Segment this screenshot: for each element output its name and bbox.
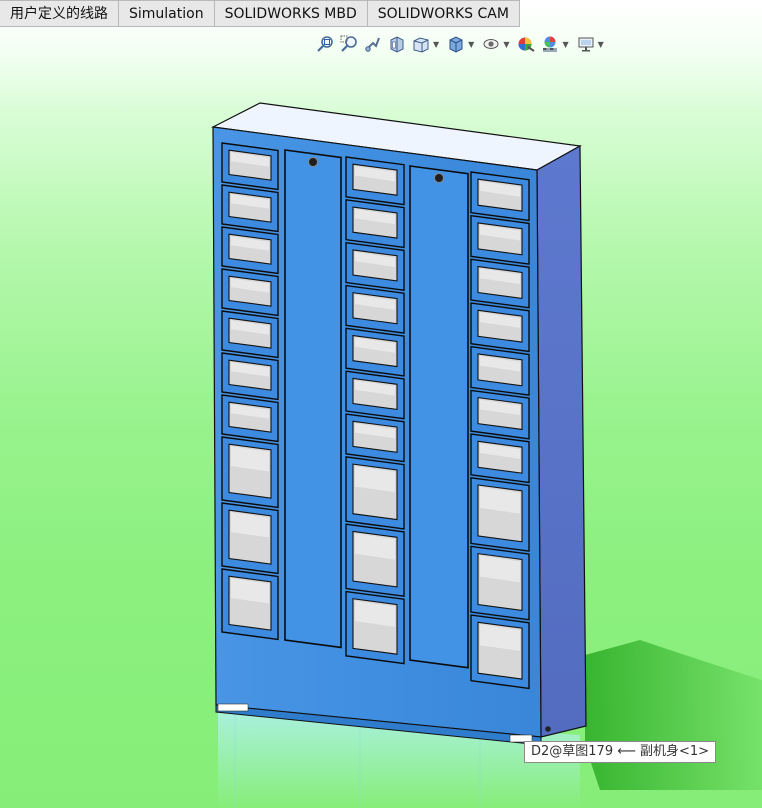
floor-shadow (585, 640, 762, 790)
graphics-area[interactable] (0, 0, 762, 808)
cabinet-foot-left (217, 703, 249, 712)
cabinet-door-2 (409, 165, 469, 669)
cabinet-door-1 (284, 149, 342, 649)
door-lock-icon (434, 173, 444, 183)
locker-cabinet-model[interactable] (211, 102, 587, 746)
cabinet-side-face (536, 144, 587, 738)
dimension-tooltip: D2@草图179 ⟵ 副机身<1> (524, 741, 717, 763)
cabinet-bolt (545, 726, 551, 732)
door-lock-icon (308, 157, 318, 167)
